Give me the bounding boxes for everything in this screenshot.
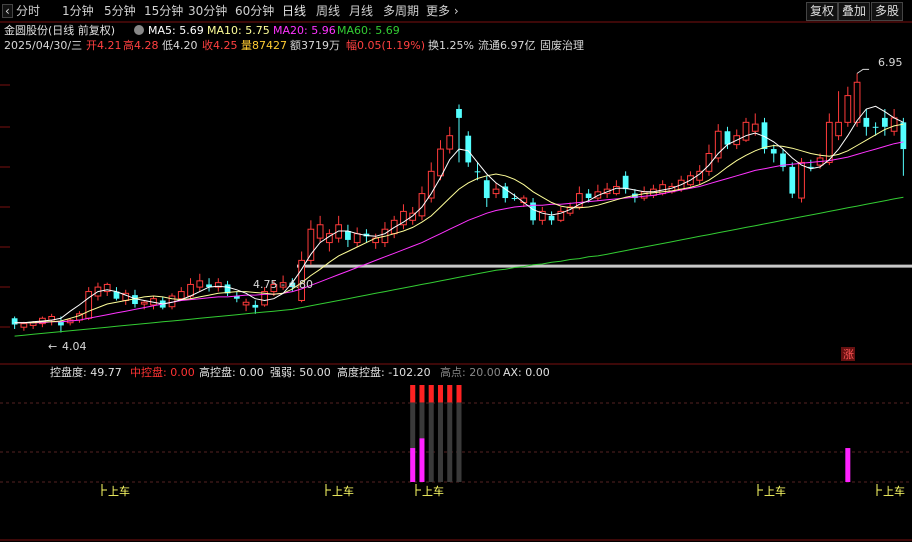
- candle-body-92: [863, 117, 870, 127]
- candle-body-33: [316, 224, 324, 239]
- quote-open: 开4.21: [86, 39, 122, 52]
- zone-band: [296, 264, 912, 268]
- candle-body-18: [177, 291, 185, 300]
- candle-body-1: [20, 323, 28, 328]
- ind-gaodukongpan: 高度控盘: -102.20: [337, 365, 431, 379]
- quote-amount: 额3719万: [290, 39, 340, 52]
- ma5-label: MA5: 5.69: [148, 24, 204, 37]
- quote-turnover: 换1.25%: [428, 38, 474, 52]
- candle-body-84: [789, 166, 796, 194]
- ind-bar-magenta-6: [845, 448, 851, 482]
- signal-label-2: 上车: [422, 484, 444, 498]
- ind-zhongkongpan: 中控盘: 0.00: [130, 365, 195, 379]
- candle-body-79: [742, 121, 750, 141]
- candle-body-89: [835, 121, 842, 137]
- high-price-label: 6.95: [878, 56, 903, 69]
- ind-bar-red-4: [447, 385, 453, 403]
- candle-body-14: [140, 301, 148, 305]
- candle-body-47: [446, 135, 454, 150]
- ind-bar-magenta-0: [410, 448, 416, 482]
- ind-qiangruo: 强弱: 50.00: [270, 366, 331, 379]
- quote-concept: 固废治理: [540, 38, 584, 52]
- candle-body-58: [548, 215, 555, 221]
- quote-date: 2025/04/30/三: [4, 39, 82, 52]
- ind-bar-red-2: [428, 385, 434, 403]
- grid: [0, 21, 912, 541]
- candle-body-32: [307, 228, 315, 261]
- stock-title: 金圆股份(日线 前复权): [4, 23, 115, 37]
- candle-body-77: [724, 131, 731, 145]
- candle-body-5: [58, 321, 64, 326]
- candle-body-55: [520, 197, 528, 203]
- zone-label: 4.75 - 4.80: [253, 278, 313, 291]
- candle-body-65: [613, 185, 620, 195]
- candle-body-95: [890, 117, 898, 132]
- ma20-line: [14, 141, 904, 324]
- support-zone: [296, 264, 912, 268]
- candle-body-66: [622, 175, 629, 190]
- ind-gaokongpan: 高控盘: 0.00: [199, 365, 264, 379]
- low-price-label: 4.04: [62, 340, 87, 353]
- candle-body-49: [465, 135, 472, 163]
- candle-body-8: [85, 291, 93, 319]
- candle-body-46: [437, 148, 444, 177]
- candle-body-51: [483, 180, 490, 199]
- ind-bar-red-3: [437, 385, 443, 403]
- candle-body-94: [881, 117, 888, 127]
- indicator-panel: 上车 上车 上车 上车 上车: [101, 385, 905, 498]
- candle-body-52: [492, 188, 500, 195]
- ind-bar-red-1: [419, 385, 425, 403]
- ma60-label: MA60: 5.69: [337, 24, 400, 37]
- signal-label-1: 上车: [332, 484, 354, 498]
- quote-change: 幅0.05(1.19%): [346, 39, 425, 52]
- low-arrow-icon: ←: [48, 340, 57, 353]
- candle-body-36: [345, 231, 351, 240]
- signal-label-3: 上车: [764, 484, 786, 498]
- candle-body-54: [511, 198, 518, 200]
- candle-body-37: [353, 233, 361, 244]
- quote-float-cap: 流通6.97亿: [478, 38, 536, 52]
- ind-gaodian: 高点: 20.00: [440, 365, 501, 379]
- candle-body-85: [798, 161, 805, 199]
- quote-close: 收4.25: [202, 38, 238, 52]
- candle-body-25: [242, 301, 250, 306]
- ind-bar-red-0: [410, 385, 416, 403]
- candle-body-19: [187, 283, 194, 297]
- candle-body-93: [872, 126, 879, 128]
- ind-bar-red-5: [456, 385, 462, 403]
- candle-body-50: [474, 171, 481, 173]
- candle-body-90: [844, 95, 852, 123]
- ma20-label: MA20: 5.96: [273, 24, 336, 37]
- ma10-label: MA10: 5.75: [207, 24, 270, 37]
- candle-body-26: [252, 304, 259, 308]
- up-badge: 涨: [843, 348, 854, 361]
- candle-body-96: [900, 122, 907, 150]
- candle-body-0: [11, 318, 18, 325]
- candle-body-91: [853, 81, 861, 123]
- ind-kongpandu: 控盘度: 49.77: [50, 365, 122, 379]
- candle-body-82: [770, 149, 777, 154]
- candle-body-68: [640, 191, 648, 199]
- signal-label-0: 上车: [108, 484, 130, 498]
- candle-body-80: [751, 123, 759, 132]
- quote-low: 低4.20: [162, 39, 198, 52]
- quote-high: 高4.28: [123, 38, 159, 52]
- ind-ax: AX: 0.00: [503, 366, 550, 379]
- signal-label-4: 上车: [883, 484, 905, 498]
- quote-volume: 量87427: [241, 39, 287, 52]
- candles: [11, 73, 907, 333]
- candle-body-62: [585, 193, 592, 199]
- high-marker: [856, 68, 870, 74]
- candle-body-20: [196, 280, 204, 288]
- kline-chart: 上车 上车 上车 上车 上车 金圆股份(日线 前复权) MA5: 5.69 MA10: …: [0, 21, 912, 541]
- settings-icon[interactable]: [134, 25, 144, 35]
- ind-bar-magenta-1: [419, 438, 425, 482]
- candle-body-48: [456, 108, 462, 118]
